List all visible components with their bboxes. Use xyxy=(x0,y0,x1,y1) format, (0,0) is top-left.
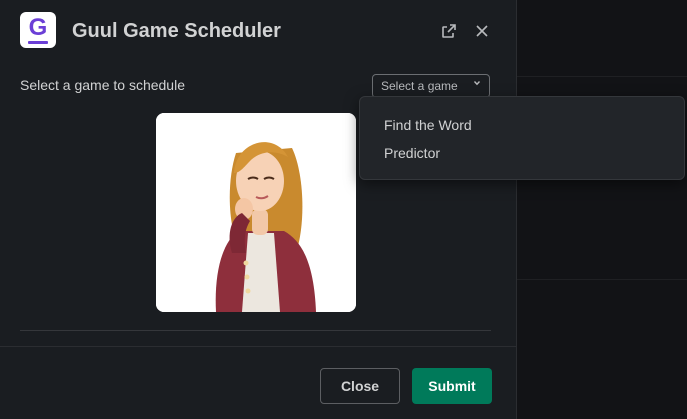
close-button[interactable]: Close xyxy=(320,368,400,404)
background-divider xyxy=(517,279,687,280)
avatar-image xyxy=(156,113,356,312)
dropdown-option-find-the-word[interactable]: Find the Word xyxy=(384,116,472,134)
chevron-down-icon xyxy=(473,79,481,90)
content-divider xyxy=(20,330,491,331)
game-select[interactable]: Select a game xyxy=(372,74,490,98)
background-divider xyxy=(517,76,687,77)
game-dropdown-menu: Find the Word Predictor xyxy=(359,96,685,180)
footer-divider xyxy=(0,346,516,347)
game-select-label: Select a game to schedule xyxy=(20,77,185,93)
app-logo-underline xyxy=(28,41,48,44)
game-select-value: Select a game xyxy=(381,79,458,93)
app-logo-letter: G xyxy=(28,14,48,41)
dropdown-option-predictor[interactable]: Predictor xyxy=(384,144,440,162)
close-icon[interactable] xyxy=(471,20,493,42)
modal-title: Guul Game Scheduler xyxy=(72,20,281,42)
scheduler-modal: G Guul Game Scheduler Select a game to s… xyxy=(0,0,517,419)
external-link-icon[interactable] xyxy=(438,20,460,42)
app-logo: G xyxy=(20,12,56,48)
background-panel xyxy=(517,0,687,419)
submit-button[interactable]: Submit xyxy=(412,368,492,404)
